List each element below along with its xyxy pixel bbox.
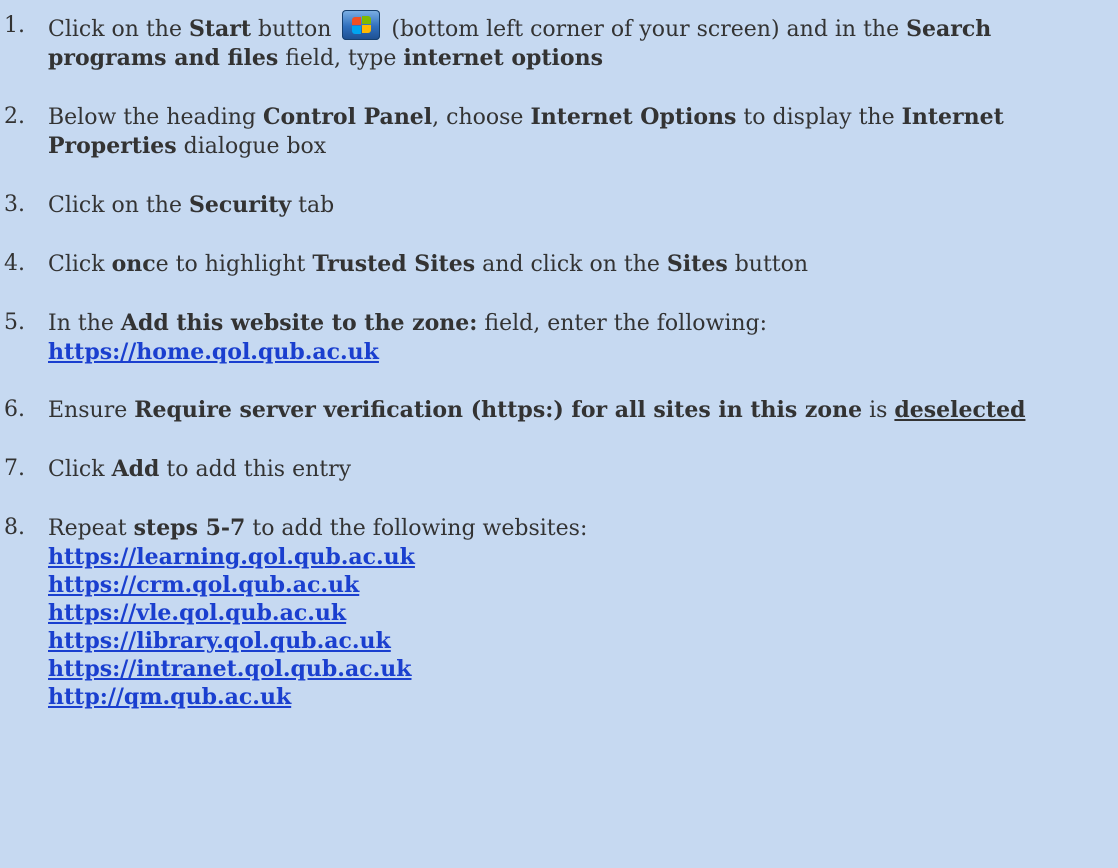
- control-panel-label: Control Panel: [262, 104, 433, 130]
- link-crm[interactable]: https://crm.qol.qub.ac.uk: [48, 571, 1110, 599]
- step-text: Repeat: [48, 516, 134, 541]
- link-intranet[interactable]: https://intranet.qol.qub.ac.uk: [48, 655, 1110, 683]
- step-number: 7.: [4, 456, 25, 481]
- step-1: 1. Click on the Start button (bottom lef…: [0, 10, 1118, 73]
- step-6: 6. Ensure Require server verification (h…: [0, 396, 1118, 425]
- step-2: 2. Below the heading Control Panel, choo…: [0, 103, 1118, 161]
- step-text: Below the heading: [48, 105, 263, 130]
- step-number: 5.: [4, 310, 25, 335]
- step-number: 4.: [4, 251, 25, 276]
- security-tab-label: Security: [188, 192, 292, 218]
- step-8: 8. Repeat steps 5-7 to add the following…: [0, 514, 1118, 711]
- link-vle[interactable]: https://vle.qol.qub.ac.uk: [48, 599, 1110, 627]
- search-field-label: programs and files: [48, 45, 279, 71]
- step-text: to display the: [736, 105, 902, 130]
- step-text: button: [251, 17, 339, 42]
- trusted-sites-label: Trusted Sites: [312, 251, 476, 277]
- step-text: and click on the: [475, 252, 667, 277]
- step-text: is: [862, 398, 895, 423]
- step-number: 8.: [4, 515, 25, 540]
- step-7: 7. Click Add to add this entry: [0, 455, 1118, 484]
- step-4: 4. Click once to highlight Trusted Sites…: [0, 250, 1118, 279]
- link-library[interactable]: https://library.qol.qub.ac.uk: [48, 627, 1110, 655]
- start-label: Start: [188, 16, 252, 42]
- add-website-field-label: Add this website to the zone:: [120, 310, 478, 336]
- windows-start-orb-icon: [342, 10, 381, 40]
- step-text: (bottom left corner of your screen) and …: [384, 17, 907, 42]
- step-5: 5. In the Add this website to the zone: …: [0, 309, 1118, 366]
- step-text: field, enter the following:: [477, 311, 768, 336]
- step-text: tab: [291, 193, 335, 218]
- step-text: to add this entry: [159, 457, 352, 482]
- step-number: 3.: [4, 192, 25, 217]
- require-verification-label: Require server verification (https:) for…: [134, 397, 863, 423]
- add-button-label: Add: [111, 456, 160, 482]
- instructions-page: 1. Click on the Start button (bottom lef…: [0, 0, 1118, 868]
- step-text: Click: [48, 457, 112, 482]
- step-text: Click on the: [48, 17, 189, 42]
- once-label: onc: [111, 251, 156, 277]
- step-number: 1.: [4, 13, 25, 38]
- step-number: 6.: [4, 397, 25, 422]
- step-text: to add the following websites:: [245, 516, 588, 541]
- step-text: e to highlight: [155, 252, 313, 277]
- step-text: In the: [48, 311, 121, 336]
- deselected-label: deselected: [894, 397, 1026, 423]
- step-text: Click on the: [48, 193, 189, 218]
- search-label: Search: [906, 16, 992, 42]
- properties-label: Properties: [48, 133, 177, 159]
- step-text: button: [727, 252, 809, 277]
- step-number: 2.: [4, 104, 25, 129]
- sites-button-label: Sites: [666, 251, 728, 277]
- link-learning[interactable]: https://learning.qol.qub.ac.uk: [48, 543, 1110, 571]
- step-text: Ensure: [48, 398, 135, 423]
- step-text: Click: [48, 252, 112, 277]
- internet-options-label: Internet Options: [530, 104, 737, 130]
- steps-range-label: steps 5-7: [133, 515, 246, 541]
- step-text: dialogue box: [176, 134, 327, 159]
- step-text: , choose: [432, 105, 531, 130]
- step-text: field, type: [278, 46, 404, 71]
- internet-label: Internet: [901, 104, 1004, 130]
- link-home[interactable]: https://home.qol.qub.ac.uk: [48, 338, 1110, 366]
- search-term: internet options: [403, 45, 603, 71]
- link-qm[interactable]: http://qm.qub.ac.uk: [48, 683, 1110, 711]
- step-3: 3. Click on the Security tab: [0, 191, 1118, 220]
